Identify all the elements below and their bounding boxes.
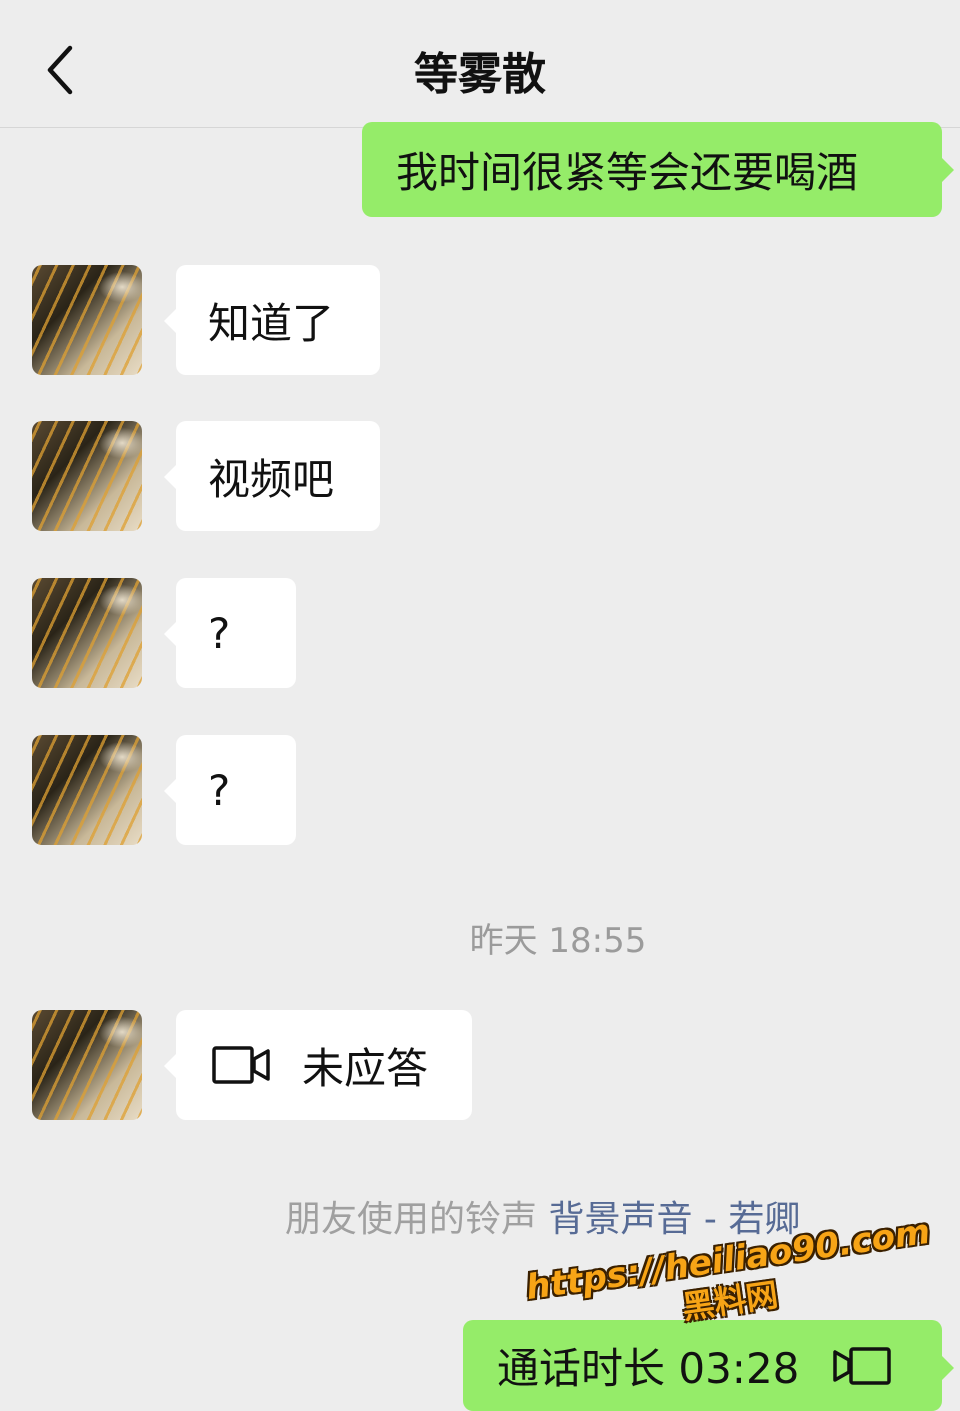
message-text: 知道了 <box>208 298 335 348</box>
incoming-message[interactable]: 知道了 <box>164 265 380 375</box>
message-text: ? <box>208 765 231 815</box>
outgoing-call-message[interactable]: 通话时长 03:28 <box>463 1320 954 1411</box>
message-text: 我时间很紧等会还要喝酒 <box>396 148 859 197</box>
message-text: ? <box>208 608 231 658</box>
ringtone-info: 朋友使用的铃声 背景声音 - 若卿 <box>285 1190 800 1242</box>
video-call-message[interactable]: 未应答 <box>164 1010 472 1120</box>
message-timestamp: 昨天 18:55 <box>469 921 647 961</box>
video-camera-icon <box>212 1046 270 1084</box>
avatar[interactable] <box>32 578 142 688</box>
ringtone-prefix: 朋友使用的铃声 <box>285 1199 538 1240</box>
incoming-message[interactable]: 视频吧 <box>164 421 380 531</box>
call-status-text: 未应答 <box>302 1043 429 1093</box>
chat-header: 等雾散 <box>0 0 960 128</box>
incoming-message[interactable]: ? <box>164 735 296 845</box>
message-text: 视频吧 <box>208 454 335 504</box>
avatar[interactable] <box>32 735 142 845</box>
chat-title: 等雾散 <box>414 49 546 100</box>
call-duration-text: 通话时长 03:28 <box>497 1344 800 1393</box>
video-camera-icon <box>833 1346 892 1385</box>
incoming-message[interactable]: ? <box>164 578 296 688</box>
outgoing-message[interactable]: 我时间很紧等会还要喝酒 <box>362 122 954 217</box>
avatar[interactable] <box>32 265 142 375</box>
avatar[interactable] <box>32 421 142 531</box>
avatar[interactable] <box>32 1010 142 1120</box>
ringtone-link[interactable]: 背景声音 - 若卿 <box>548 1199 800 1240</box>
